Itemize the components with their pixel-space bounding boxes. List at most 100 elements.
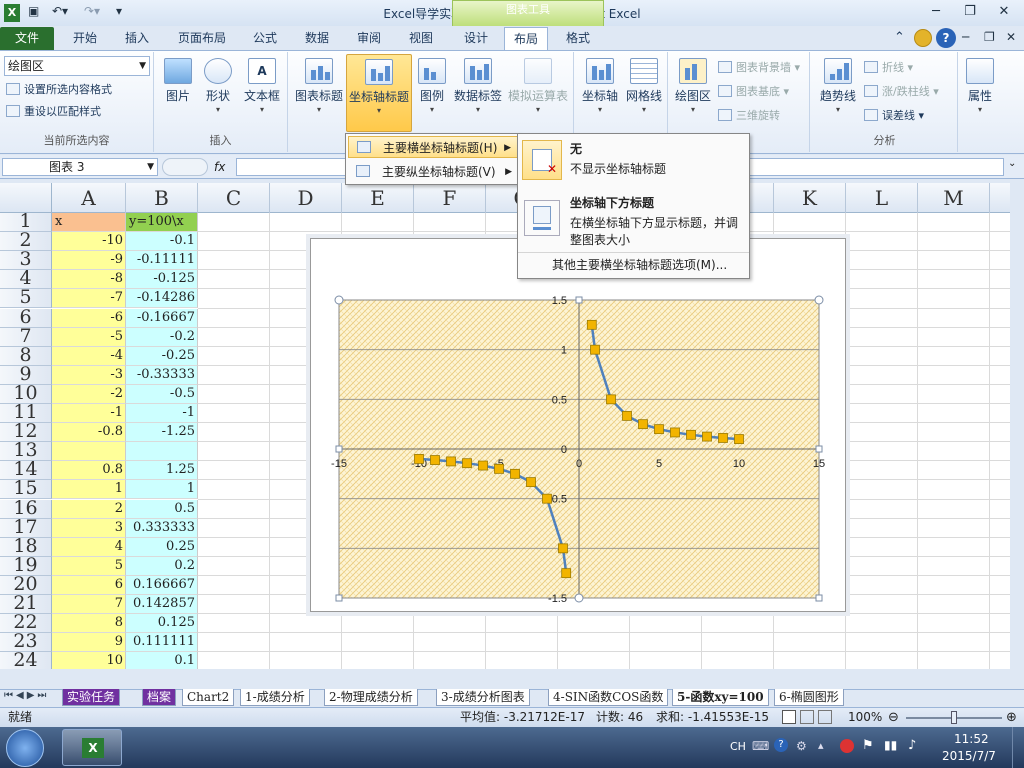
row-header-24[interactable]: 24 (0, 652, 52, 669)
row-header-20[interactable]: 20 (0, 575, 52, 595)
close-icon[interactable]: ✕ (992, 2, 1016, 22)
formula-splitter[interactable] (162, 158, 208, 176)
cell-b6[interactable]: -0.16667 (126, 308, 198, 328)
row-header-18[interactable]: 18 (0, 537, 52, 557)
cell-a11[interactable]: -1 (52, 404, 126, 424)
row-header-5[interactable]: 5 (0, 289, 52, 309)
tab-review[interactable]: 审阅 (348, 27, 390, 50)
keyboard-icon[interactable]: ⌨ (752, 739, 769, 753)
cell-b7[interactable]: -0.2 (126, 327, 198, 347)
row-header-3[interactable]: 3 (0, 251, 52, 271)
chart-floor-button[interactable]: 图表基底 ▾ (718, 82, 789, 102)
minimize-icon[interactable]: ─ (924, 2, 948, 22)
sheet-tab-7[interactable]: 5-函数xy=100 (672, 689, 769, 706)
cell-b5[interactable]: -0.14286 (126, 289, 198, 309)
restore-icon[interactable]: ❐ (958, 2, 982, 22)
select-all-corner[interactable] (0, 183, 52, 213)
cell-b8[interactable]: -0.25 (126, 346, 198, 366)
tab-file[interactable]: 文件 (0, 27, 54, 50)
scatter-chart[interactable]: 1.510.50-0.5-1-1.5-15-10-5051015 (311, 239, 845, 611)
sheet-nav-arrows-icon[interactable]: ⏮◀▶⏭ (4, 690, 49, 701)
column-header-l[interactable]: L (846, 183, 918, 213)
cell-b20[interactable]: 0.166667 (126, 575, 198, 595)
axis-title-button[interactable]: 坐标轴标题 ▾ (346, 54, 412, 132)
tab-layout[interactable]: 布局 (504, 27, 548, 50)
cell-b3[interactable]: -0.11111 (126, 251, 198, 271)
cell-a8[interactable]: -4 (52, 346, 126, 366)
updown-bars-button[interactable]: 涨/跌柱线 ▾ (864, 82, 939, 102)
action-center-icon[interactable]: ⚑ (862, 738, 874, 753)
tab-formulas[interactable]: 公式 (244, 27, 286, 50)
wb-minimize-icon[interactable]: ─ (962, 30, 969, 44)
chart-wall-button[interactable]: 图表背景墙 ▾ (718, 58, 800, 78)
column-header-k[interactable]: K (774, 183, 846, 213)
row-header-14[interactable]: 14 (0, 461, 52, 481)
cell-b17[interactable]: 0.333333 (126, 518, 198, 538)
row-header-21[interactable]: 21 (0, 595, 52, 615)
plot-area-button[interactable]: 绘图区 ▾ (672, 58, 714, 114)
sheet-tab-5[interactable]: 3-成绩分析图表 (436, 689, 530, 706)
cell-a21[interactable]: 7 (52, 595, 126, 615)
insert-shapes-button[interactable]: 形状 ▾ (200, 58, 236, 114)
insert-picture-button[interactable]: 图片 (160, 58, 196, 104)
chart-object[interactable]: 1.510.50-0.5-1-1.5-15-10-5051015 (310, 238, 846, 612)
cell-b13[interactable] (126, 442, 198, 462)
row-header-22[interactable]: 22 (0, 614, 52, 634)
cell-a12[interactable]: -0.8 (52, 423, 126, 443)
clock-time[interactable]: 11:52 (954, 732, 989, 746)
ime-settings-icon[interactable]: ⚙ (796, 739, 807, 753)
security-icon[interactable] (840, 739, 854, 753)
cell-b1[interactable]: y=100\x (126, 213, 198, 233)
row-header-16[interactable]: 16 (0, 499, 52, 519)
tab-data[interactable]: 数据 (296, 27, 338, 50)
column-header-e[interactable]: E (342, 183, 414, 213)
cell-a3[interactable]: -9 (52, 251, 126, 271)
page-break-view-icon[interactable] (818, 710, 832, 724)
cell-a24[interactable]: 10 (52, 652, 126, 669)
tab-home[interactable]: 开始 (64, 27, 106, 50)
cell-a14[interactable]: 0.8 (52, 461, 126, 481)
cell-b19[interactable]: 0.2 (126, 556, 198, 576)
cell-a23[interactable]: 9 (52, 633, 126, 653)
chart-elements-dropdown[interactable]: 绘图区 ▼ (4, 56, 150, 76)
zoom-in-icon[interactable]: ⊕ (1006, 708, 1017, 727)
cell-a1[interactable]: x (52, 213, 126, 233)
data-table-button[interactable]: 模拟运算表 ▾ (506, 58, 570, 114)
network-icon[interactable]: ▮▮ (884, 738, 897, 752)
column-header-m[interactable]: M (918, 183, 990, 213)
zoom-slider-thumb[interactable] (951, 711, 957, 724)
row-header-15[interactable]: 15 (0, 480, 52, 500)
sheet-tab-6[interactable]: 4-SIN函数COS函数 (548, 689, 669, 706)
cell-b9[interactable]: -0.33333 (126, 365, 198, 385)
data-labels-button[interactable]: 数据标签 ▾ (452, 58, 504, 114)
cell-b12[interactable]: -1.25 (126, 423, 198, 443)
cell-a17[interactable]: 3 (52, 518, 126, 538)
wb-restore-icon[interactable]: ❐ (984, 30, 995, 44)
cell-a16[interactable]: 2 (52, 499, 126, 519)
cell-b16[interactable]: 0.5 (126, 499, 198, 519)
cell-a20[interactable]: 6 (52, 575, 126, 595)
tab-insert[interactable]: 插入 (116, 27, 158, 50)
tab-view[interactable]: 视图 (400, 27, 442, 50)
cell-a6[interactable]: -6 (52, 308, 126, 328)
sheet-tab-8[interactable]: 6-椭圆图形 (774, 689, 844, 706)
cell-b4[interactable]: -0.125 (126, 270, 198, 290)
normal-view-icon[interactable] (782, 710, 796, 724)
tab-page-layout[interactable]: 页面布局 (170, 27, 234, 50)
row-header-19[interactable]: 19 (0, 556, 52, 576)
column-header-d[interactable]: D (270, 183, 342, 213)
ime-help-icon[interactable]: ? (774, 738, 788, 752)
show-desktop-button[interactable] (1012, 727, 1024, 768)
wb-close-icon[interactable]: ✕ (1006, 30, 1016, 44)
row-header-11[interactable]: 11 (0, 404, 52, 424)
option-title-below-axis[interactable]: 坐标轴下方标题 在横坐标轴下方显示标题，并调 整图表大小 (570, 194, 748, 250)
row-header-4[interactable]: 4 (0, 270, 52, 290)
axes-button[interactable]: 坐标轴 ▾ (580, 58, 620, 114)
cell-a4[interactable]: -8 (52, 270, 126, 290)
menu-item-horizontal-axis-title[interactable]: 主要横坐标轴标题(H) ▶ (348, 136, 518, 158)
row-header-17[interactable]: 17 (0, 518, 52, 538)
cell-b21[interactable]: 0.142857 (126, 595, 198, 615)
cell-b11[interactable]: -1 (126, 404, 198, 424)
row-header-7[interactable]: 7 (0, 327, 52, 347)
row-header-2[interactable]: 2 (0, 232, 52, 252)
